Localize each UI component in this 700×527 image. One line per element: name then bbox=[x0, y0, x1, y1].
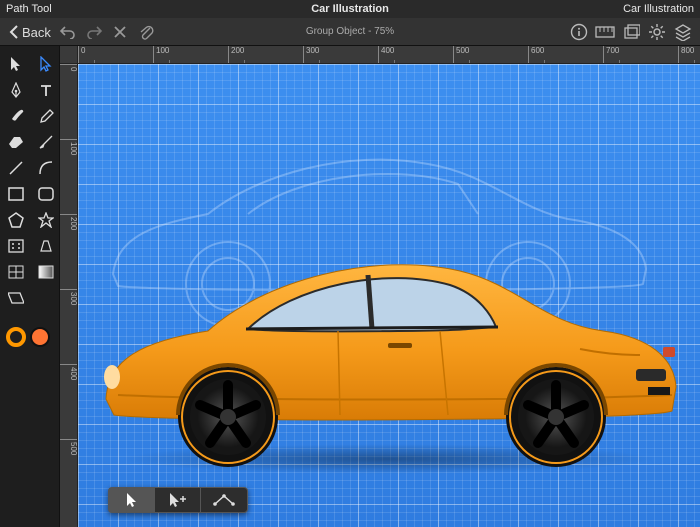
car-illustration[interactable] bbox=[88, 219, 688, 479]
cursor-icon bbox=[125, 492, 139, 508]
tool-shear[interactable] bbox=[2, 286, 30, 310]
ruler-tick: 700 bbox=[603, 46, 619, 64]
status-strip: Path Tool Car Illustration Car Illustrat… bbox=[0, 0, 700, 18]
node-corner-icon bbox=[213, 494, 235, 506]
tool-select[interactable] bbox=[2, 52, 30, 76]
tool-gradient[interactable] bbox=[32, 260, 60, 284]
grid-icon bbox=[8, 265, 24, 279]
line-icon bbox=[8, 160, 24, 176]
ruler-horizontal[interactable]: 0 100 200 300 400 500 600 700 800 bbox=[78, 46, 700, 64]
fill-color-swatch[interactable] bbox=[30, 327, 50, 347]
path-mode-pointer[interactable] bbox=[109, 488, 155, 512]
tool-pen[interactable] bbox=[2, 78, 30, 102]
ruler-tick: 200 bbox=[228, 46, 244, 64]
film-icon bbox=[8, 239, 24, 253]
path-mode-toolbar bbox=[108, 487, 248, 513]
gradient-icon bbox=[38, 265, 54, 279]
path-mode-convert[interactable] bbox=[201, 488, 247, 512]
arc-icon bbox=[38, 160, 54, 176]
ruler-tick: 400 bbox=[60, 364, 78, 380]
path-mode-add-point[interactable] bbox=[155, 488, 201, 512]
gear-icon bbox=[648, 23, 666, 41]
ruler-tick: 300 bbox=[303, 46, 319, 64]
tool-polygon[interactable] bbox=[2, 208, 30, 232]
text-icon bbox=[39, 83, 53, 97]
color-swatches bbox=[6, 327, 50, 347]
tool-line[interactable] bbox=[2, 156, 30, 180]
pencil-icon bbox=[38, 108, 54, 124]
tool-artboard[interactable] bbox=[32, 234, 60, 258]
perspective-icon bbox=[38, 239, 54, 253]
tool-symbol[interactable] bbox=[2, 234, 30, 258]
artboards-icon bbox=[622, 24, 640, 40]
tool-star[interactable] bbox=[32, 208, 60, 232]
rounded-rect-icon bbox=[38, 187, 54, 201]
tool-knife[interactable] bbox=[32, 130, 60, 154]
tool-empty bbox=[32, 286, 60, 310]
ruler-corner bbox=[60, 46, 78, 64]
artboards-button[interactable] bbox=[618, 19, 644, 45]
pen-icon bbox=[9, 82, 23, 98]
shear-icon bbox=[8, 291, 24, 305]
cursor-icon bbox=[9, 56, 23, 72]
tool-text[interactable] bbox=[32, 78, 60, 102]
document-title-center: Car Illustration bbox=[0, 0, 700, 18]
layers-button[interactable] bbox=[670, 19, 696, 45]
ruler-toggle-button[interactable] bbox=[592, 19, 618, 45]
ruler-tick: 500 bbox=[60, 439, 78, 455]
tool-eraser[interactable] bbox=[2, 130, 30, 154]
tool-brush[interactable] bbox=[2, 104, 30, 128]
ruler-tick: 600 bbox=[528, 46, 544, 64]
ruler-tick: 100 bbox=[153, 46, 169, 64]
stroke-color-swatch[interactable] bbox=[6, 327, 26, 347]
ruler-tick: 0 bbox=[78, 46, 85, 64]
ruler-tick: 0 bbox=[60, 64, 78, 71]
info-button[interactable] bbox=[566, 19, 592, 45]
layers-icon bbox=[674, 23, 692, 41]
star-icon bbox=[38, 212, 54, 228]
ruler-tick: 800 bbox=[678, 46, 694, 64]
tool-table[interactable] bbox=[2, 260, 30, 284]
workspace: 0 100 200 300 400 500 600 700 800 0 100 200 300 400 5… bbox=[60, 46, 700, 527]
ruler-tick: 400 bbox=[378, 46, 394, 64]
ruler-vertical[interactable]: 0 100 200 300 400 500 bbox=[60, 64, 78, 527]
brush-icon bbox=[8, 108, 24, 124]
knife-icon bbox=[38, 134, 54, 150]
ruler-tick: 300 bbox=[60, 289, 78, 305]
rect-icon bbox=[8, 187, 24, 201]
polygon-icon bbox=[8, 212, 24, 228]
cursor-outline-icon bbox=[39, 56, 53, 72]
settings-button[interactable] bbox=[644, 19, 670, 45]
ruler-icon bbox=[595, 26, 615, 38]
ruler-tick: 200 bbox=[60, 214, 78, 230]
eraser-icon bbox=[8, 135, 24, 149]
tool-direct-select[interactable] bbox=[32, 52, 60, 76]
info-icon bbox=[570, 23, 588, 41]
tool-column bbox=[0, 46, 60, 527]
main-toolbar: Back Group Object - 75% bbox=[0, 18, 700, 46]
tool-rect[interactable] bbox=[2, 182, 30, 206]
tool-pencil[interactable] bbox=[32, 104, 60, 128]
ruler-tick: 500 bbox=[453, 46, 469, 64]
ruler-tick: 100 bbox=[60, 139, 78, 155]
document-title-right: Car Illustration bbox=[623, 0, 694, 18]
canvas[interactable] bbox=[78, 64, 700, 527]
tool-arc[interactable] bbox=[32, 156, 60, 180]
tool-rounded-rect[interactable] bbox=[32, 182, 60, 206]
cursor-plus-icon bbox=[168, 492, 188, 508]
